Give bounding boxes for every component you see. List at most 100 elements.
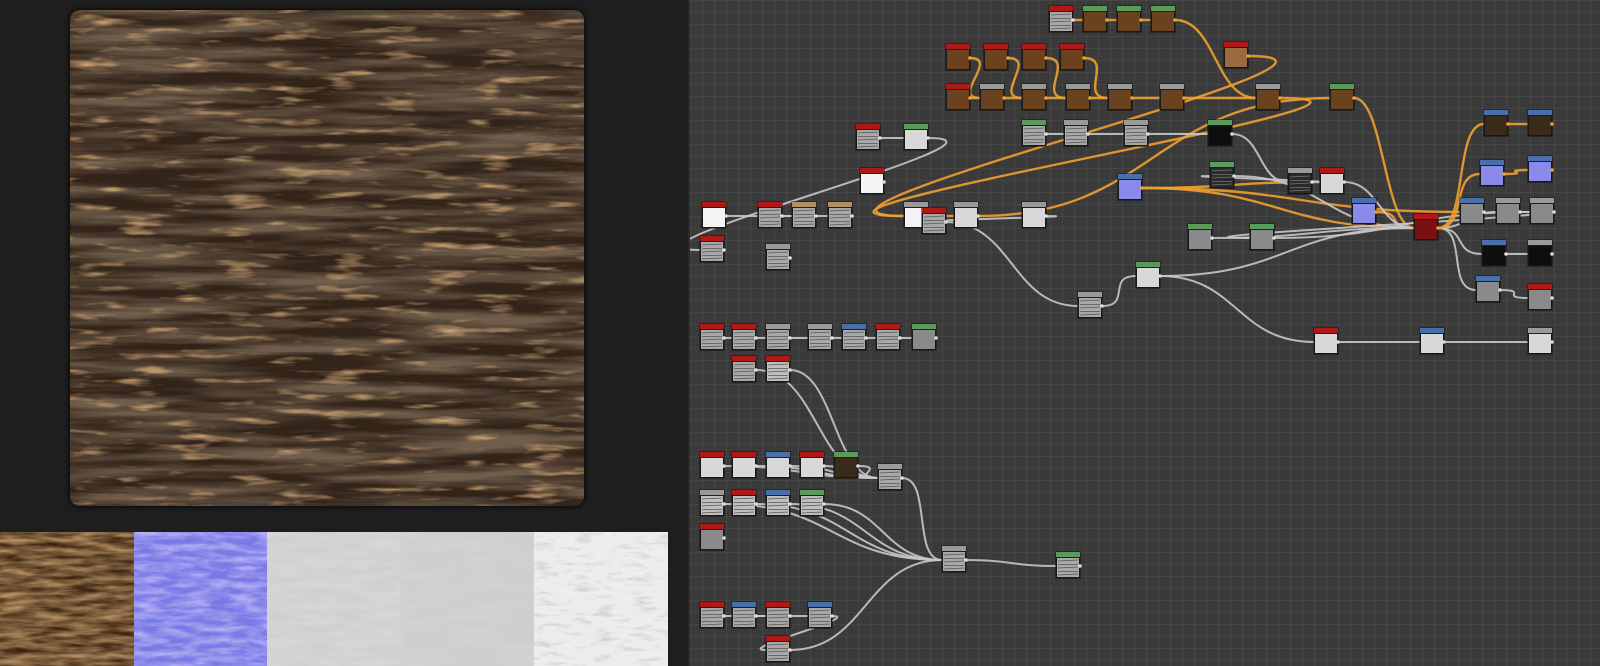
graph-node[interactable] — [699, 235, 726, 263]
graph-node[interactable] — [799, 451, 826, 479]
graph-link[interactable] — [945, 221, 1079, 307]
graph-node[interactable] — [1459, 197, 1486, 225]
graph-node[interactable] — [911, 323, 938, 351]
graph-link[interactable] — [968, 56, 982, 100]
graph-node[interactable] — [1207, 119, 1234, 147]
graph-link[interactable] — [965, 559, 1057, 567]
graph-node[interactable] — [921, 207, 948, 235]
node-output-port[interactable] — [754, 368, 758, 372]
node-output-port[interactable] — [722, 248, 726, 252]
graph-node[interactable] — [1159, 83, 1186, 111]
node-output-port[interactable] — [822, 502, 826, 506]
graph-node[interactable] — [1021, 119, 1048, 147]
node-output-port[interactable] — [754, 336, 758, 340]
graph-node[interactable] — [841, 323, 868, 351]
graph-node[interactable] — [855, 123, 882, 151]
node-output-port[interactable] — [1550, 168, 1554, 172]
node-output-port[interactable] — [1130, 96, 1134, 100]
graph-node[interactable] — [765, 601, 792, 629]
node-output-port[interactable] — [1482, 210, 1486, 214]
node-output-port[interactable] — [1140, 186, 1144, 190]
graph-node[interactable] — [1065, 83, 1092, 111]
ao-map[interactable] — [534, 532, 668, 666]
graph-node[interactable] — [1527, 327, 1554, 355]
node-output-port[interactable] — [722, 614, 726, 618]
node-output-port[interactable] — [864, 336, 868, 340]
node-output-port[interactable] — [968, 56, 972, 60]
graph-node[interactable] — [859, 167, 886, 195]
node-output-port[interactable] — [1278, 96, 1282, 100]
graph-node[interactable] — [1527, 155, 1554, 183]
node-output-port[interactable] — [788, 614, 792, 618]
graph-node[interactable] — [827, 201, 854, 229]
graph-node[interactable] — [699, 451, 726, 479]
graph-node[interactable] — [953, 201, 980, 229]
node-output-port[interactable] — [1230, 132, 1234, 136]
graph-node[interactable] — [1529, 197, 1556, 225]
node-output-port[interactable] — [1502, 172, 1506, 176]
graph-node[interactable] — [1077, 291, 1104, 319]
graph-node[interactable] — [765, 355, 792, 383]
node-output-port[interactable] — [878, 136, 882, 140]
graph-node[interactable] — [1419, 327, 1446, 355]
node-output-port[interactable] — [1182, 96, 1186, 100]
node-output-port[interactable] — [722, 336, 726, 340]
node-output-port[interactable] — [1071, 18, 1075, 22]
graph-node[interactable] — [1479, 159, 1506, 187]
node-output-port[interactable] — [1550, 252, 1554, 256]
node-output-port[interactable] — [1006, 56, 1010, 60]
node-output-port[interactable] — [1044, 56, 1048, 60]
graph-node[interactable] — [731, 355, 758, 383]
graph-node[interactable] — [1351, 197, 1378, 225]
node-output-port[interactable] — [1504, 252, 1508, 256]
graph-node[interactable] — [1319, 167, 1346, 195]
graph-node[interactable] — [1021, 43, 1048, 71]
graph-node[interactable] — [1135, 261, 1162, 289]
node-output-port[interactable] — [898, 336, 902, 340]
node-output-port[interactable] — [1374, 210, 1378, 214]
graph-node[interactable] — [765, 635, 792, 663]
graph-node[interactable] — [1223, 41, 1250, 69]
node-graph-canvas[interactable] — [688, 0, 1600, 666]
node-output-port[interactable] — [850, 214, 854, 218]
graph-node[interactable] — [941, 545, 968, 573]
graph-node[interactable] — [765, 243, 792, 271]
graph-link[interactable] — [901, 477, 943, 561]
node-output-port[interactable] — [1044, 214, 1048, 218]
graph-link[interactable] — [1007, 56, 1023, 100]
node-output-port[interactable] — [788, 368, 792, 372]
node-output-port[interactable] — [754, 464, 758, 468]
node-output-port[interactable] — [1002, 96, 1006, 100]
graph-node[interactable] — [1495, 197, 1522, 225]
graph-node[interactable] — [1063, 119, 1090, 147]
graph-node[interactable] — [979, 83, 1006, 111]
graph-node[interactable] — [903, 123, 930, 151]
normal-map[interactable] — [133, 532, 268, 666]
node-output-port[interactable] — [1498, 288, 1502, 292]
node-output-port[interactable] — [788, 336, 792, 340]
graph-link[interactable] — [1503, 168, 1529, 176]
node-output-port[interactable] — [788, 464, 792, 468]
node-output-port[interactable] — [1100, 304, 1104, 308]
graph-node[interactable] — [731, 323, 758, 351]
graph-node[interactable] — [765, 489, 792, 517]
graph-node[interactable] — [945, 43, 972, 71]
graph-link[interactable] — [690, 137, 948, 251]
graph-node[interactable] — [983, 43, 1010, 71]
graph-node[interactable] — [699, 601, 726, 629]
node-output-port[interactable] — [814, 214, 818, 218]
node-output-port[interactable] — [1506, 122, 1510, 126]
node-output-port[interactable] — [968, 96, 972, 100]
node-output-port[interactable] — [830, 336, 834, 340]
node-output-port[interactable] — [1173, 18, 1177, 22]
node-output-port[interactable] — [964, 558, 968, 562]
node-output-port[interactable] — [944, 220, 948, 224]
graph-node[interactable] — [945, 83, 972, 111]
graph-node[interactable] — [799, 489, 826, 517]
node-output-port[interactable] — [788, 256, 792, 260]
node-output-port[interactable] — [1139, 18, 1143, 22]
graph-node[interactable] — [1209, 161, 1236, 189]
node-output-port[interactable] — [754, 614, 758, 618]
graph-node[interactable] — [1483, 109, 1510, 137]
node-output-port[interactable] — [1088, 96, 1092, 100]
